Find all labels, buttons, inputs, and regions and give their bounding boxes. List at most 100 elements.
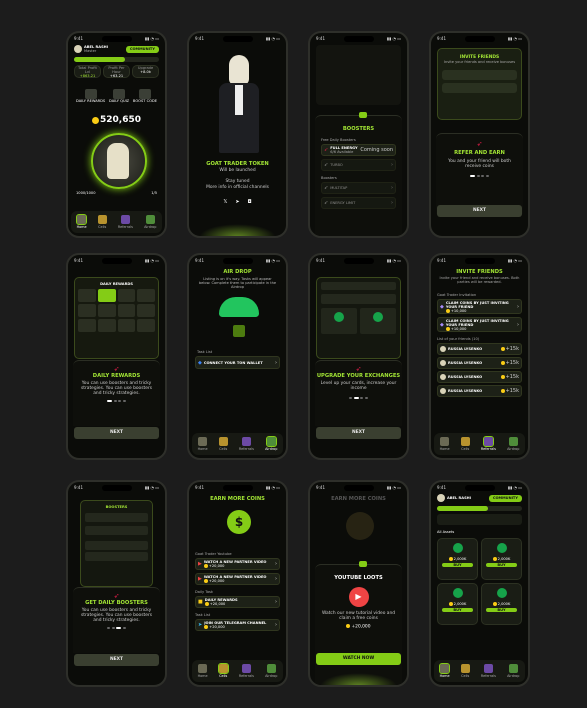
chevron-down-icon[interactable] bbox=[359, 112, 367, 118]
friend-row[interactable]: RUSSIA LYSENKO +15k bbox=[437, 357, 522, 369]
stat-profit-hour: Profit Per Hour +63.21 bbox=[103, 65, 130, 78]
task-daily-rewards[interactable]: ■ DAILY REWARDS +20,000 › bbox=[195, 596, 280, 608]
parachute-icon bbox=[219, 297, 259, 343]
tab-referrals[interactable]: Referrals bbox=[239, 664, 254, 678]
boosters-title: BOOSTERS bbox=[342, 126, 375, 132]
next-button[interactable]: NEXT bbox=[74, 427, 159, 439]
level-progress bbox=[437, 506, 522, 511]
tab-home[interactable]: Home bbox=[198, 437, 208, 451]
tab-home[interactable]: Home bbox=[439, 663, 451, 678]
level-value: 1/5 bbox=[151, 191, 157, 195]
level-progress bbox=[74, 57, 159, 62]
youtube-heading: YOUTUBE LOOTS bbox=[334, 575, 383, 581]
multitap-item[interactable]: ➶ MULTITAP › bbox=[321, 182, 396, 194]
tab-airdrop[interactable]: Airdrop bbox=[507, 664, 519, 678]
coin-icon bbox=[92, 116, 99, 124]
asset-card[interactable]: 2,000K BUY bbox=[437, 538, 478, 580]
community-button[interactable]: COMMUNITY bbox=[125, 45, 159, 53]
phone-boosters: 9:41 ▮▮ ◔ ▭ BOOSTERS Free Daily Boosters … bbox=[308, 31, 409, 238]
rocket-icon: ➶ bbox=[113, 365, 120, 373]
tab-cells[interactable]: Cells bbox=[460, 664, 470, 678]
daily-rewards-button[interactable]: DAILY REWARDS bbox=[76, 89, 105, 103]
phone-home: 9:41 ▮▮ ◔ ▭ ABEL RASHI Master COMMUNITY T… bbox=[66, 31, 167, 238]
telegram-icon[interactable]: ➤ bbox=[235, 199, 239, 205]
turbo-item[interactable]: ➶ TURBO › bbox=[321, 159, 396, 171]
phone-youtube: 9:41 ▮▮ ◔ ▭ EARN MORE COINS YOUTUBE LOOTS… bbox=[308, 480, 409, 687]
rocket-icon: ➶ bbox=[355, 365, 362, 373]
tab-referrals[interactable]: Referrals bbox=[481, 436, 496, 451]
task-watch-video[interactable]: ▶ WATCH A NEW PARTNER VIDEO +20,000 › bbox=[195, 558, 280, 570]
tab-bar: Home Cells Referrals Airdrop bbox=[192, 660, 283, 682]
task-watch-video[interactable]: ▶ WATCH A NEW PARTNER VIDEO +20,000 › bbox=[195, 573, 280, 585]
energy-limit-item[interactable]: ➶ ENERGY LIMIT › bbox=[321, 197, 396, 209]
tab-referrals[interactable]: Referrals bbox=[481, 664, 496, 678]
user-rank: Master bbox=[84, 49, 97, 53]
phone-earn: 9:41 ▮▮ ◔ ▭ EARN MORE COINS $ Goat Trader… bbox=[187, 480, 288, 687]
rocket-icon: ➶ bbox=[476, 140, 483, 148]
tab-cells[interactable]: Cells bbox=[460, 437, 470, 451]
avatar[interactable] bbox=[74, 45, 82, 53]
stat-upgrade: Upgrade +8.0k bbox=[132, 65, 159, 78]
community-button[interactable]: COMMUNITY bbox=[488, 494, 522, 502]
asset-card[interactable]: 2,000K BUY bbox=[437, 583, 478, 625]
tab-home[interactable]: Home bbox=[198, 664, 208, 678]
chevron-down-icon[interactable] bbox=[359, 561, 367, 567]
x-social-icon[interactable]: 𝕏 bbox=[223, 199, 227, 205]
phone-daily: 9:41 ▮▮ ◔ ▭ DAILY REWARDS ➶ DAILY REWARDS… bbox=[66, 253, 167, 460]
tab-airdrop[interactable]: Airdrop bbox=[507, 437, 519, 451]
tab-referrals[interactable]: Referrals bbox=[239, 437, 254, 451]
next-button[interactable]: NEXT bbox=[316, 427, 401, 439]
tab-bar: Home Cells Referrals Airdrop bbox=[434, 433, 525, 455]
tab-bar: Home Cells Referrals Airdrop bbox=[71, 211, 162, 233]
tab-bar: Home Cells Referrals Airdrop bbox=[434, 660, 525, 682]
boost-code-button[interactable]: BOOST CODE bbox=[133, 89, 157, 103]
goat-tap-button[interactable] bbox=[91, 133, 147, 189]
phone-refer: 9:41 ▮▮ ◔ ▭ INVITE FRIENDS Invite your fr… bbox=[429, 31, 530, 238]
asset-card[interactable]: 2,000K BUY bbox=[481, 583, 522, 625]
daily-quiz-button[interactable]: DAILY QUIZ bbox=[109, 89, 129, 103]
tab-airdrop[interactable]: Airdrop bbox=[265, 436, 277, 451]
dollar-coin-icon: $ bbox=[227, 510, 251, 534]
balance: 520,650 bbox=[100, 115, 141, 125]
next-button[interactable]: NEXT bbox=[74, 654, 159, 666]
phone-assets: 9:41 ▮▮ ◔ ▭ ABEL RASHI COMMUNITY All Asse… bbox=[429, 480, 530, 687]
goat-icon bbox=[107, 143, 129, 179]
tab-home[interactable]: Home bbox=[76, 214, 88, 229]
next-button[interactable]: NEXT bbox=[437, 205, 522, 217]
tab-home[interactable]: Home bbox=[440, 437, 450, 451]
invite-item[interactable]: ◆ CLAIM COINS BY JUST INVITING YOUR FRIEN… bbox=[437, 299, 522, 314]
tab-referrals[interactable]: Referrals bbox=[118, 215, 133, 229]
full-energy-item[interactable]: ➶ FULL ENERGY 6/6 Available Coming soon bbox=[321, 144, 396, 156]
phone-token: 9:41 ▮▮ ◔ ▭ GOAT TRADER TOKEN Will be lau… bbox=[187, 31, 288, 238]
loot-reward: +20,000 bbox=[351, 624, 371, 630]
rocket-icon: ➶ bbox=[113, 592, 120, 600]
friend-row[interactable]: RUSSIA LYSENKO +15k bbox=[437, 385, 522, 397]
watch-now-button[interactable]: WATCH NOW bbox=[316, 653, 401, 665]
airdrop-title: AIR DROP bbox=[223, 269, 252, 275]
tab-cells[interactable]: Cells bbox=[217, 663, 229, 678]
refer-heading: REFER AND EARN bbox=[454, 150, 505, 156]
tab-cells[interactable]: Cells bbox=[97, 215, 107, 229]
phone-invite: 9:41 ▮▮ ◔ ▭ INVITE FRIENDS Invite your fr… bbox=[429, 253, 530, 460]
task-telegram[interactable]: ➤ JOIN OUR TELEGRAM CHANNEL +20,000 › bbox=[195, 619, 280, 631]
instagram-icon[interactable]: ◘ bbox=[248, 199, 252, 205]
phone-upgrade: 9:41 ▮▮ ◔ ▭ ➶ UPGRADE YOUR EXCHANGES Leve… bbox=[308, 253, 409, 460]
goat-mascot-icon bbox=[217, 55, 261, 155]
tab-cells[interactable]: Cells bbox=[218, 437, 228, 451]
tab-airdrop[interactable]: Airdrop bbox=[144, 215, 156, 229]
friend-row[interactable]: RUSSIA LYSENKO +15k bbox=[437, 371, 522, 383]
connect-wallet-item[interactable]: ◆ CONNECT YOUR TON WALLET › bbox=[195, 356, 280, 369]
token-title: GOAT TRADER TOKEN bbox=[206, 161, 269, 167]
invite-item[interactable]: ◆ CLAIM COINS BY JUST INVITING YOUR FRIEN… bbox=[437, 317, 522, 332]
tab-bar: Home Cells Referrals Airdrop bbox=[192, 433, 283, 455]
tab-airdrop[interactable]: Airdrop bbox=[265, 664, 277, 678]
assets-grid: 2,000K BUY 2,000K BUY 2,000K BUY 2,000K BUY bbox=[437, 538, 522, 625]
youtube-icon: ▶ bbox=[348, 587, 369, 607]
asset-card[interactable]: 2,000K BUY bbox=[481, 538, 522, 580]
token-subtitle: Will be launched bbox=[219, 168, 256, 173]
phone-airdrop: 9:41 ▮▮ ◔ ▭ AIR DROP Listing is on it's w… bbox=[187, 253, 288, 460]
rewards-grid bbox=[75, 286, 158, 335]
stat-total-profit: Total Profit Lvl +863.21 bbox=[74, 65, 101, 78]
friend-row[interactable]: RUSSIA LYSENKO +15k bbox=[437, 343, 522, 355]
avatar[interactable] bbox=[437, 494, 445, 502]
